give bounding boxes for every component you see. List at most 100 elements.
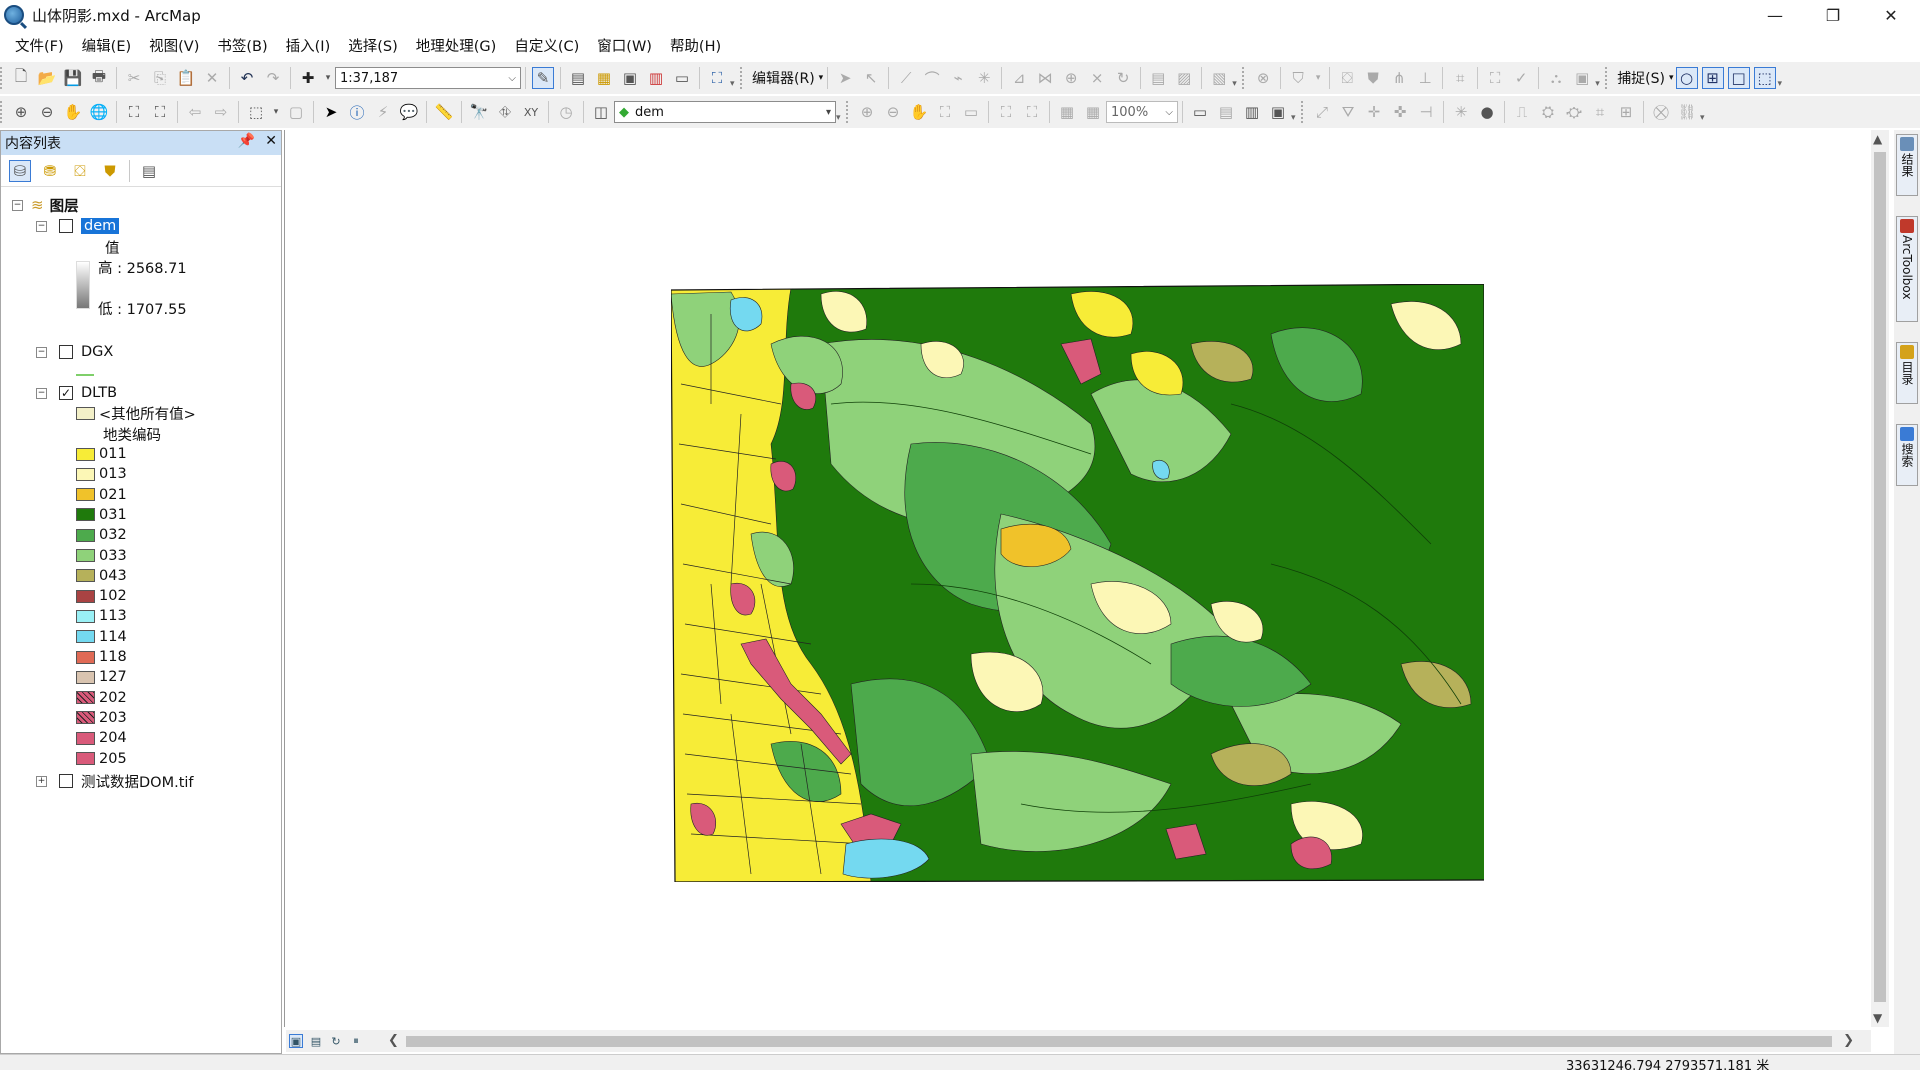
python-window-icon[interactable]: ▭ bbox=[671, 67, 693, 89]
measure-icon[interactable]: 📏 bbox=[433, 101, 455, 123]
reshape-icon[interactable]: ⋈ bbox=[1034, 67, 1056, 89]
move-tool-icon[interactable]: ✛ bbox=[1363, 101, 1385, 123]
legend-class-row[interactable]: 011 bbox=[76, 443, 127, 465]
toolbar-overflow-icon[interactable]: ▾ bbox=[1291, 101, 1301, 123]
layout-zoom-out-icon[interactable]: ⊖ bbox=[882, 101, 904, 123]
change-layout-icon[interactable]: ▥ bbox=[1241, 101, 1263, 123]
dock-tab-results[interactable]: 结果 bbox=[1896, 134, 1918, 196]
root-label[interactable]: 图层 bbox=[50, 195, 79, 216]
error-inspector-icon[interactable]: ⛶ bbox=[1484, 67, 1506, 89]
map-view[interactable] bbox=[284, 130, 1871, 1027]
toc-options-icon[interactable]: ▤ bbox=[138, 160, 160, 182]
maplex-icon[interactable]: ⛒ bbox=[1650, 101, 1672, 123]
layout-forward-icon[interactable]: ▦ bbox=[1082, 101, 1104, 123]
land-use-map[interactable] bbox=[671, 284, 1484, 882]
legend-class-row[interactable]: 013 bbox=[76, 463, 127, 485]
zoom-out-icon[interactable]: ⊖ bbox=[36, 101, 58, 123]
scroll-left-icon[interactable]: ❮ bbox=[388, 1033, 399, 1048]
new-document-icon[interactable]: 🗋 bbox=[10, 67, 32, 89]
find-icon[interactable]: 🔭 bbox=[468, 101, 490, 123]
fix-error-icon[interactable]: ⊥ bbox=[1414, 67, 1436, 89]
trace-line-icon[interactable]: ⎍ bbox=[1511, 101, 1533, 123]
layer-row-dom[interactable]: + 测试数据DOM.tif bbox=[36, 770, 194, 792]
vertex-snapping-icon[interactable]: □ bbox=[1727, 67, 1750, 89]
legend-other-values[interactable]: <其他所有值> bbox=[76, 402, 196, 424]
toolbar-grip[interactable] bbox=[740, 67, 746, 89]
toolbar-grip[interactable] bbox=[1605, 67, 1611, 89]
snapping-menu[interactable]: 捕捉(S) bbox=[1613, 68, 1669, 88]
go-to-xy-icon[interactable]: XY bbox=[520, 101, 542, 123]
horizontal-scrollbar[interactable]: ❮ ❯ bbox=[384, 1032, 1858, 1050]
list-by-selection-icon[interactable]: ⛊ bbox=[99, 160, 121, 182]
layout-zoom-in-icon[interactable]: ⊕ bbox=[856, 101, 878, 123]
horizontal-scroll-thumb[interactable] bbox=[406, 1036, 1832, 1047]
layer-visibility-checkbox[interactable] bbox=[59, 774, 73, 788]
table-grid-icon[interactable]: ⊞ bbox=[1615, 101, 1637, 123]
legend-class-row[interactable]: 021 bbox=[76, 484, 127, 506]
paste-icon[interactable]: 📋 bbox=[175, 67, 197, 89]
minimize-button[interactable]: — bbox=[1746, 0, 1804, 30]
layout-fixed-zoom-in-icon[interactable]: ⛶ bbox=[995, 101, 1017, 123]
layer-name[interactable]: DLTB bbox=[81, 385, 117, 401]
legend-class-row[interactable]: 114 bbox=[76, 626, 127, 648]
legend-class-row[interactable]: 204 bbox=[76, 727, 127, 749]
search-window-icon[interactable]: ▣ bbox=[619, 67, 641, 89]
html-popup-icon[interactable]: 💬 bbox=[398, 101, 420, 123]
model-builder-icon[interactable]: ⛶ bbox=[706, 67, 728, 89]
collapse-icon[interactable]: − bbox=[36, 220, 47, 232]
reshape-tool-icon[interactable]: ⛛ bbox=[1337, 101, 1359, 123]
cut-polygon-icon[interactable]: ⊕ bbox=[1060, 67, 1082, 89]
toolbar-grip[interactable] bbox=[1301, 101, 1307, 123]
create-viewer-icon[interactable]: ◫ bbox=[590, 101, 612, 123]
generalize-icon[interactable]: ✳ bbox=[1450, 101, 1472, 123]
editor-toolbar-icon[interactable]: ✎ bbox=[532, 67, 554, 89]
cut-icon[interactable]: ✂ bbox=[123, 67, 145, 89]
copy-parallel-icon[interactable]: ⛭ bbox=[1537, 101, 1559, 123]
menu-windows[interactable]: 窗口(W) bbox=[588, 33, 661, 58]
toolbar-overflow-icon[interactable]: ▾ bbox=[730, 67, 740, 89]
open-folder-icon[interactable]: 📂 bbox=[36, 67, 58, 89]
menu-selection[interactable]: 选择(S) bbox=[339, 33, 407, 58]
buffer-icon[interactable]: ⛮ bbox=[1563, 101, 1585, 123]
legend-class-row[interactable]: 032 bbox=[76, 524, 127, 546]
restore-button[interactable]: ❐ bbox=[1804, 0, 1862, 30]
legend-class-row[interactable]: 205 bbox=[76, 748, 127, 770]
editor-dropdown-icon[interactable]: ▾ bbox=[819, 73, 824, 83]
toolbar-grip[interactable] bbox=[846, 101, 852, 123]
sketch-properties-icon[interactable]: ▨ bbox=[1173, 67, 1195, 89]
topology-dropdown-icon[interactable]: ▾ bbox=[1313, 67, 1323, 89]
layer-row-dgx[interactable]: − DGX bbox=[36, 341, 113, 363]
toolbar-grip[interactable] bbox=[0, 101, 6, 123]
construct-features-icon[interactable]: ⛬ bbox=[1545, 67, 1567, 89]
point-icon[interactable]: ✳ bbox=[973, 67, 995, 89]
menu-geoprocessing[interactable]: 地理处理(G) bbox=[407, 33, 506, 58]
list-by-drawing-order-icon[interactable]: ⛁ bbox=[9, 159, 31, 182]
data-driven-pages-icon[interactable]: ▣ bbox=[1267, 101, 1289, 123]
toolbar-overflow-icon[interactable]: ▾ bbox=[1232, 67, 1242, 89]
edit-vertices-icon[interactable]: ⊿ bbox=[1008, 67, 1030, 89]
catalog-icon[interactable]: ▦ bbox=[593, 67, 615, 89]
data-view-icon[interactable]: ▣ bbox=[289, 1034, 303, 1048]
layer-name[interactable]: DGX bbox=[81, 344, 113, 360]
toolbar-overflow-icon[interactable]: ▾ bbox=[1700, 101, 1710, 123]
vertical-scrollbar[interactable]: ▲ ▼ bbox=[1871, 130, 1889, 1027]
select-features-icon[interactable]: ⬚ bbox=[245, 101, 267, 123]
point-snapping-icon[interactable]: ○ bbox=[1675, 67, 1698, 89]
pan-hand-icon[interactable]: ✋ bbox=[62, 101, 84, 123]
zoom-percent-combo[interactable]: 100% ⌵ bbox=[1106, 101, 1178, 123]
select-features-dropdown-icon[interactable]: ▾ bbox=[271, 101, 281, 123]
layout-zoom-whole-page-icon[interactable]: ⛶ bbox=[934, 101, 956, 123]
menu-file[interactable]: 文件(F) bbox=[6, 33, 73, 58]
validate-topology-icon[interactable]: ⌗ bbox=[1449, 67, 1471, 89]
legend-class-row[interactable]: 118 bbox=[76, 646, 127, 668]
focus-data-frame-icon[interactable]: ▤ bbox=[1215, 101, 1237, 123]
legend-class-row[interactable]: 033 bbox=[76, 545, 127, 567]
identify-icon[interactable]: ⓘ bbox=[346, 101, 368, 123]
fixed-zoom-in-icon[interactable]: ⛶ bbox=[123, 101, 145, 123]
list-by-source-icon[interactable]: ⛃ bbox=[39, 160, 61, 182]
legend-class-row[interactable]: 203 bbox=[76, 707, 127, 729]
scroll-up-icon[interactable]: ▲ bbox=[1873, 132, 1882, 146]
scale-tool-icon[interactable]: ⊣ bbox=[1415, 101, 1437, 123]
dock-tab-search[interactable]: 搜索 bbox=[1896, 424, 1918, 486]
full-extent-icon[interactable]: 🌐 bbox=[88, 101, 110, 123]
